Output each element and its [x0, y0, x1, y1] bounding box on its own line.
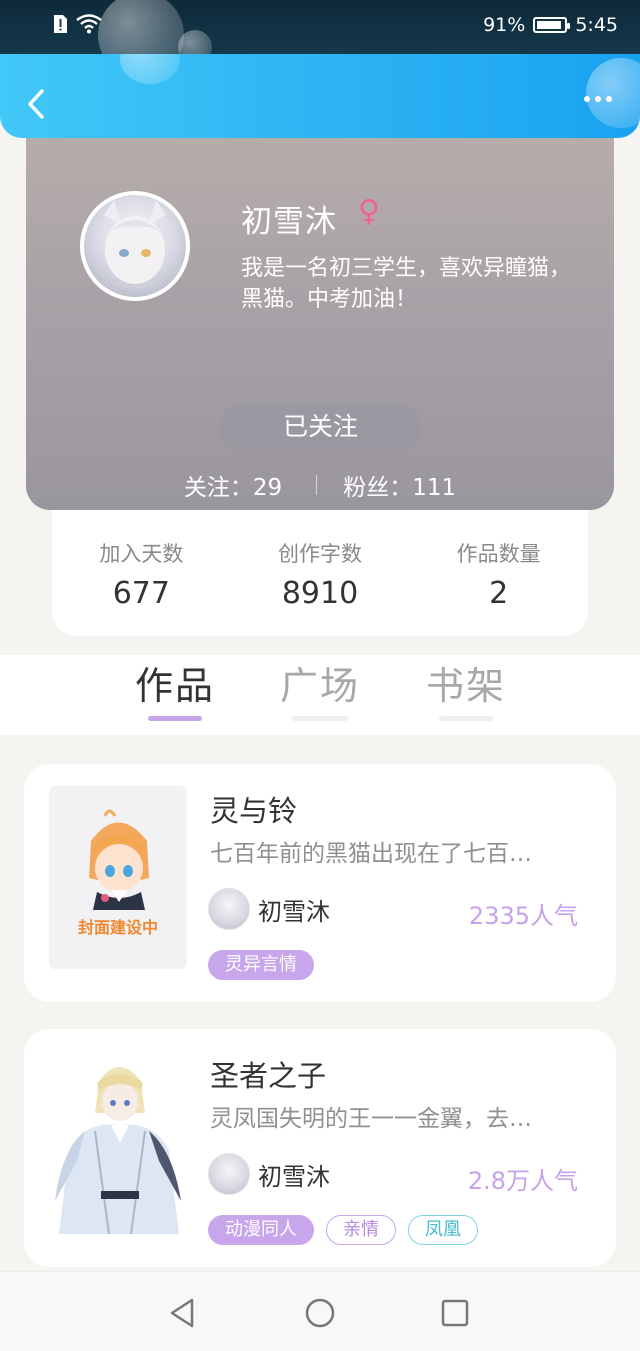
divider [316, 475, 318, 495]
status-bar: 91% 5:45 [0, 0, 640, 78]
tab-label: 广场 [279, 664, 360, 708]
work-title: 圣者之子 [210, 1059, 327, 1093]
tab-bar: 作品 广场 书架 [0, 655, 640, 735]
work-description: 七百年前的黑猫出现在了七百… [210, 841, 532, 867]
status-left [52, 14, 102, 34]
chevron-left-icon [28, 89, 44, 119]
tab-works[interactable]: 作品 [133, 655, 217, 721]
nav-home-button[interactable] [303, 1296, 337, 1330]
clock: 5:45 [575, 14, 618, 36]
nav-recents-button[interactable] [438, 1296, 472, 1330]
cover-illustration [89, 809, 149, 910]
decor-bubble [586, 58, 640, 128]
work-author[interactable]: 初雪沐 [208, 1153, 330, 1195]
tab-square[interactable]: 广场 [278, 655, 362, 721]
more-dot [606, 96, 612, 102]
stat-label: 作品数量 [456, 542, 541, 566]
battery-percent: 91% [483, 14, 526, 36]
battery-icon [533, 17, 571, 33]
sim-alert-icon [54, 15, 67, 33]
profile-card: 初雪沐 ♀ 我是一名初三学生，喜欢异瞳猫，黑猫。中考加油！ 已关注 关注：29 … [26, 138, 614, 510]
tab-indicator [292, 716, 348, 721]
tab-indicator [148, 716, 202, 721]
work-popularity: 2.8万人气 [467, 1167, 578, 1195]
nav-back-button[interactable] [166, 1296, 200, 1330]
followers-count[interactable]: 粉丝：111 [343, 468, 456, 502]
nav-back-icon [170, 1298, 194, 1328]
work-cover [49, 1051, 187, 1234]
stat-word-count: 创作字数 8910 [231, 510, 410, 636]
work-tags: 动漫同人 亲情 凤凰 [208, 1215, 478, 1245]
gender-female-icon: ♀ [358, 194, 380, 229]
nav-recents-icon [441, 1299, 469, 1327]
follow-counts: 关注：29 粉丝：111 [26, 468, 614, 502]
following-count[interactable]: 关注：29 [184, 468, 282, 502]
stats-panel: 加入天数 677 创作字数 8910 作品数量 2 [52, 510, 588, 636]
tab-bookshelf[interactable]: 书架 [424, 655, 508, 721]
work-author[interactable]: 初雪沐 [208, 888, 330, 930]
avatar-image [104, 200, 166, 289]
follow-button[interactable]: 已关注 [219, 404, 422, 450]
work-card[interactable]: 封面建设中 灵与铃 七百年前的黑猫出现在了七百… 初雪沐 2335人气 灵异言情 [24, 764, 616, 1002]
work-title: 灵与铃 [210, 794, 298, 828]
more-button[interactable] [584, 96, 612, 102]
avatar[interactable] [80, 191, 190, 301]
avatar [208, 888, 250, 930]
avatar [208, 1153, 250, 1195]
stat-works-count: 作品数量 2 [409, 510, 588, 636]
work-tags: 灵异言情 [208, 950, 314, 980]
stat-value: 2 [489, 576, 509, 611]
tab-label: 书架 [425, 664, 506, 708]
work-tag[interactable]: 凤凰 [408, 1215, 478, 1245]
work-card[interactable]: 圣者之子 灵凤国失明的王一一金翼，去… 初雪沐 2.8万人气 动漫同人 亲情 凤… [24, 1029, 616, 1267]
battery-fill [537, 21, 561, 29]
cover-illustration [49, 1051, 187, 1234]
work-description: 灵凤国失明的王一一金翼，去… [210, 1106, 532, 1132]
decor-bubble [120, 54, 180, 84]
more-dots-icon [584, 96, 590, 102]
profile-bio: 我是一名初三学生，喜欢异瞳猫，黑猫。中考加油！ [241, 256, 572, 312]
cover-caption: 封面建设中 [77, 918, 158, 937]
author-name: 初雪沐 [258, 897, 330, 926]
system-nav-bar [0, 1271, 640, 1351]
tab-label: 作品 [134, 664, 215, 708]
top-app-bar [0, 54, 640, 138]
stat-join-days: 加入天数 677 [52, 510, 231, 636]
profile-name: 初雪沐 [241, 204, 337, 240]
work-popularity: 2335人气 [468, 902, 578, 930]
nav-home-icon [305, 1298, 335, 1328]
work-tag[interactable]: 灵异言情 [208, 950, 314, 980]
stat-label: 创作字数 [278, 542, 362, 566]
stat-value: 677 [112, 576, 170, 611]
work-tag[interactable]: 动漫同人 [208, 1215, 314, 1245]
stat-value: 8910 [281, 576, 359, 611]
tab-indicator [439, 716, 493, 721]
more-dot [595, 96, 601, 102]
back-button[interactable] [22, 84, 50, 124]
stat-label: 加入天数 [99, 542, 184, 566]
work-cover: 封面建设中 [49, 786, 187, 969]
status-right: 91% 5:45 [483, 14, 618, 36]
work-tag[interactable]: 亲情 [326, 1215, 396, 1245]
author-name: 初雪沐 [258, 1162, 330, 1191]
works-list: 封面建设中 灵与铃 七百年前的黑猫出现在了七百… 初雪沐 2335人气 灵异言情 [0, 735, 640, 1275]
